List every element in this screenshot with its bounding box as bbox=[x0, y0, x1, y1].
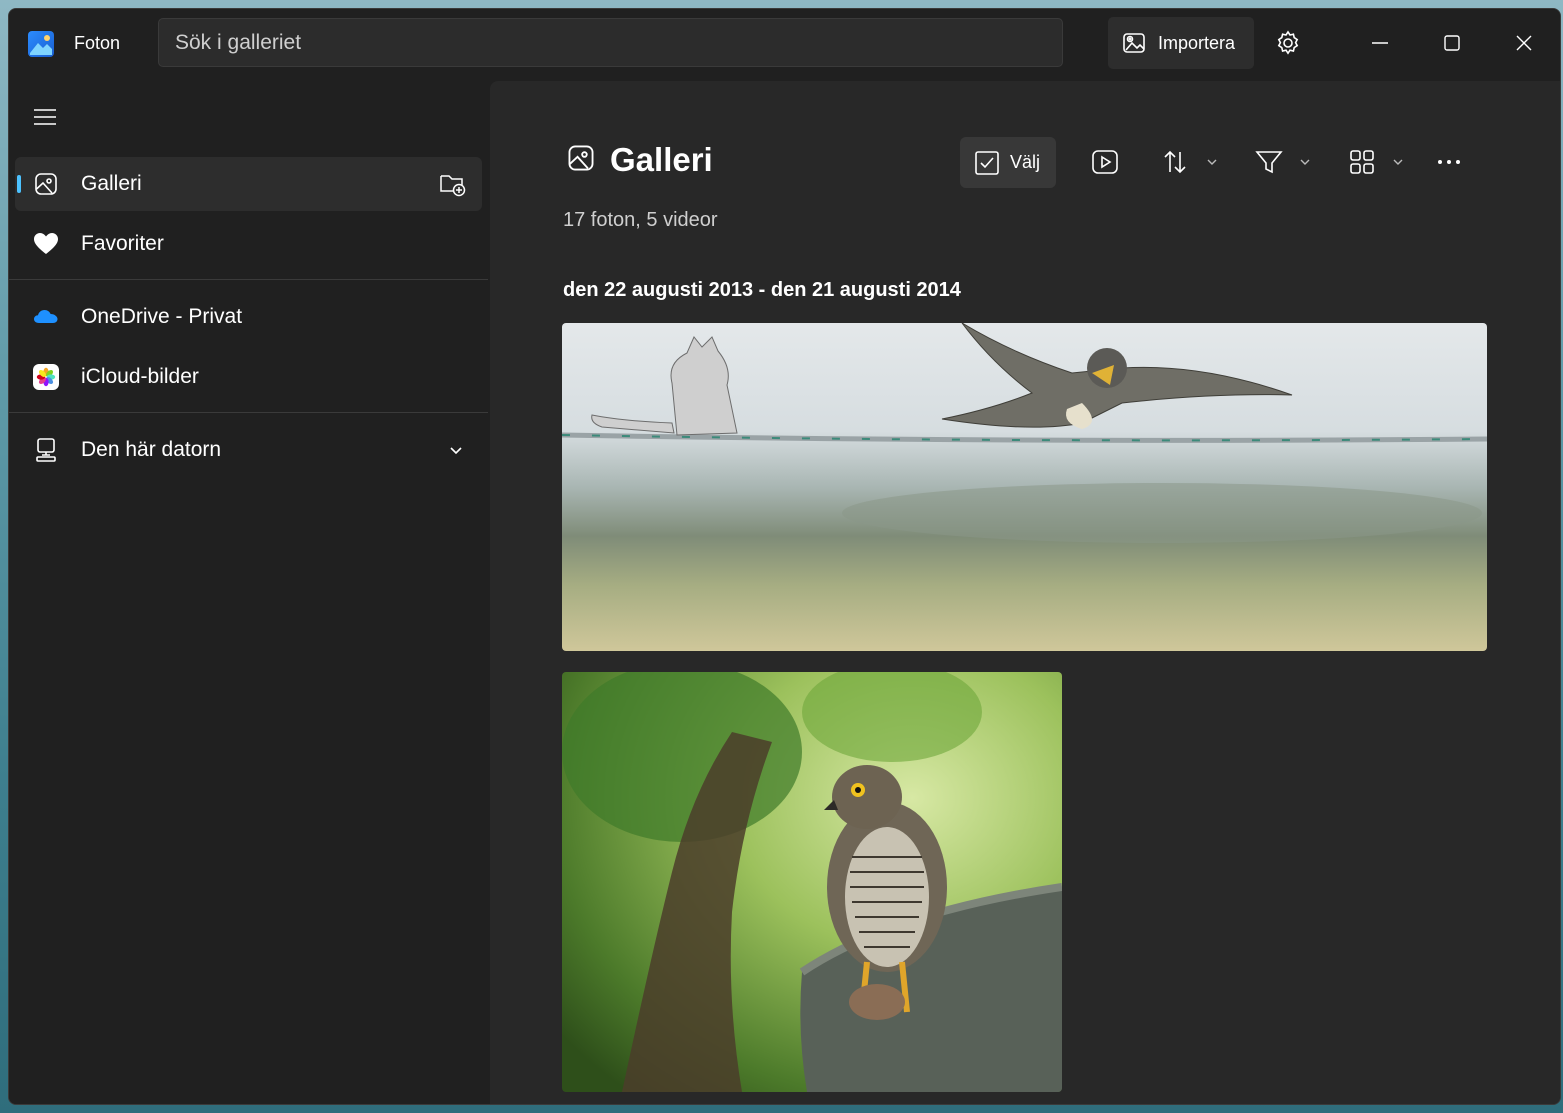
layout-chevron-down-icon[interactable] bbox=[1392, 156, 1404, 168]
add-folder-icon[interactable] bbox=[439, 171, 467, 197]
heart-icon bbox=[33, 231, 59, 257]
select-label: Välj bbox=[1010, 152, 1041, 172]
slideshow-play-icon[interactable] bbox=[1090, 147, 1120, 177]
checkbox-icon bbox=[974, 150, 1000, 176]
hamburger-menu-icon[interactable] bbox=[31, 106, 59, 128]
sidebar: Galleri Favoriter OneDrive - Privat iClo… bbox=[9, 81, 490, 1104]
chevron-down-icon[interactable] bbox=[447, 441, 465, 459]
filter-chevron-down-icon[interactable] bbox=[1299, 156, 1311, 168]
selection-indicator bbox=[17, 175, 21, 193]
sidebar-item-label: Den här datorn bbox=[81, 438, 222, 461]
photos-window: Foton Sök i galleriet Importera Galleri … bbox=[8, 8, 1561, 1105]
sidebar-item-den-har-datorn[interactable]: Den här datorn bbox=[15, 423, 482, 477]
search-input[interactable]: Sök i galleriet bbox=[158, 18, 1063, 67]
title-bar: Foton Sök i galleriet Importera bbox=[9, 9, 1560, 81]
date-range-heading: den 22 augusti 2013 - den 21 augusti 201… bbox=[563, 279, 961, 301]
import-label: Importera bbox=[1158, 32, 1236, 53]
onedrive-cloud-icon bbox=[33, 304, 59, 330]
import-button[interactable]: Importera bbox=[1108, 17, 1254, 69]
sidebar-item-icloud[interactable]: iCloud-bilder bbox=[15, 350, 482, 404]
gallery-title-icon bbox=[566, 143, 596, 173]
settings-gear-icon[interactable] bbox=[1272, 27, 1304, 59]
photo-thumbnail[interactable] bbox=[562, 323, 1487, 651]
close-button[interactable] bbox=[1508, 27, 1540, 59]
select-button[interactable]: Välj bbox=[960, 137, 1056, 188]
sidebar-item-favoriter[interactable]: Favoriter bbox=[15, 217, 482, 271]
sidebar-item-label: OneDrive - Privat bbox=[81, 305, 243, 328]
icloud-photos-icon bbox=[33, 364, 59, 390]
sidebar-item-label: iCloud-bilder bbox=[81, 365, 199, 388]
photo-thumbnail[interactable] bbox=[562, 672, 1062, 1092]
minimize-button[interactable] bbox=[1364, 27, 1396, 59]
sidebar-divider bbox=[9, 279, 488, 280]
gallery-icon bbox=[33, 171, 59, 197]
sidebar-item-onedrive[interactable]: OneDrive - Privat bbox=[15, 290, 482, 344]
computer-icon bbox=[33, 437, 59, 463]
layout-grid-icon[interactable] bbox=[1347, 147, 1377, 177]
more-options-icon[interactable] bbox=[1434, 147, 1464, 177]
sort-icon[interactable] bbox=[1160, 147, 1190, 177]
main-content: Galleri 17 foton, 5 videor Välj den 22 a… bbox=[490, 81, 1560, 1104]
maximize-button[interactable] bbox=[1436, 27, 1468, 59]
sidebar-divider bbox=[9, 412, 488, 413]
page-title: Galleri bbox=[610, 141, 713, 178]
filter-icon[interactable] bbox=[1254, 147, 1284, 177]
sidebar-item-label: Favoriter bbox=[81, 232, 164, 255]
sidebar-item-label: Galleri bbox=[81, 172, 142, 195]
sort-chevron-down-icon[interactable] bbox=[1206, 156, 1218, 168]
media-count: 17 foton, 5 videor bbox=[563, 209, 718, 231]
photos-app-icon bbox=[28, 31, 54, 57]
app-title: Foton bbox=[74, 33, 121, 53]
sidebar-item-galleri[interactable]: Galleri bbox=[15, 157, 482, 211]
import-icon bbox=[1122, 30, 1148, 56]
